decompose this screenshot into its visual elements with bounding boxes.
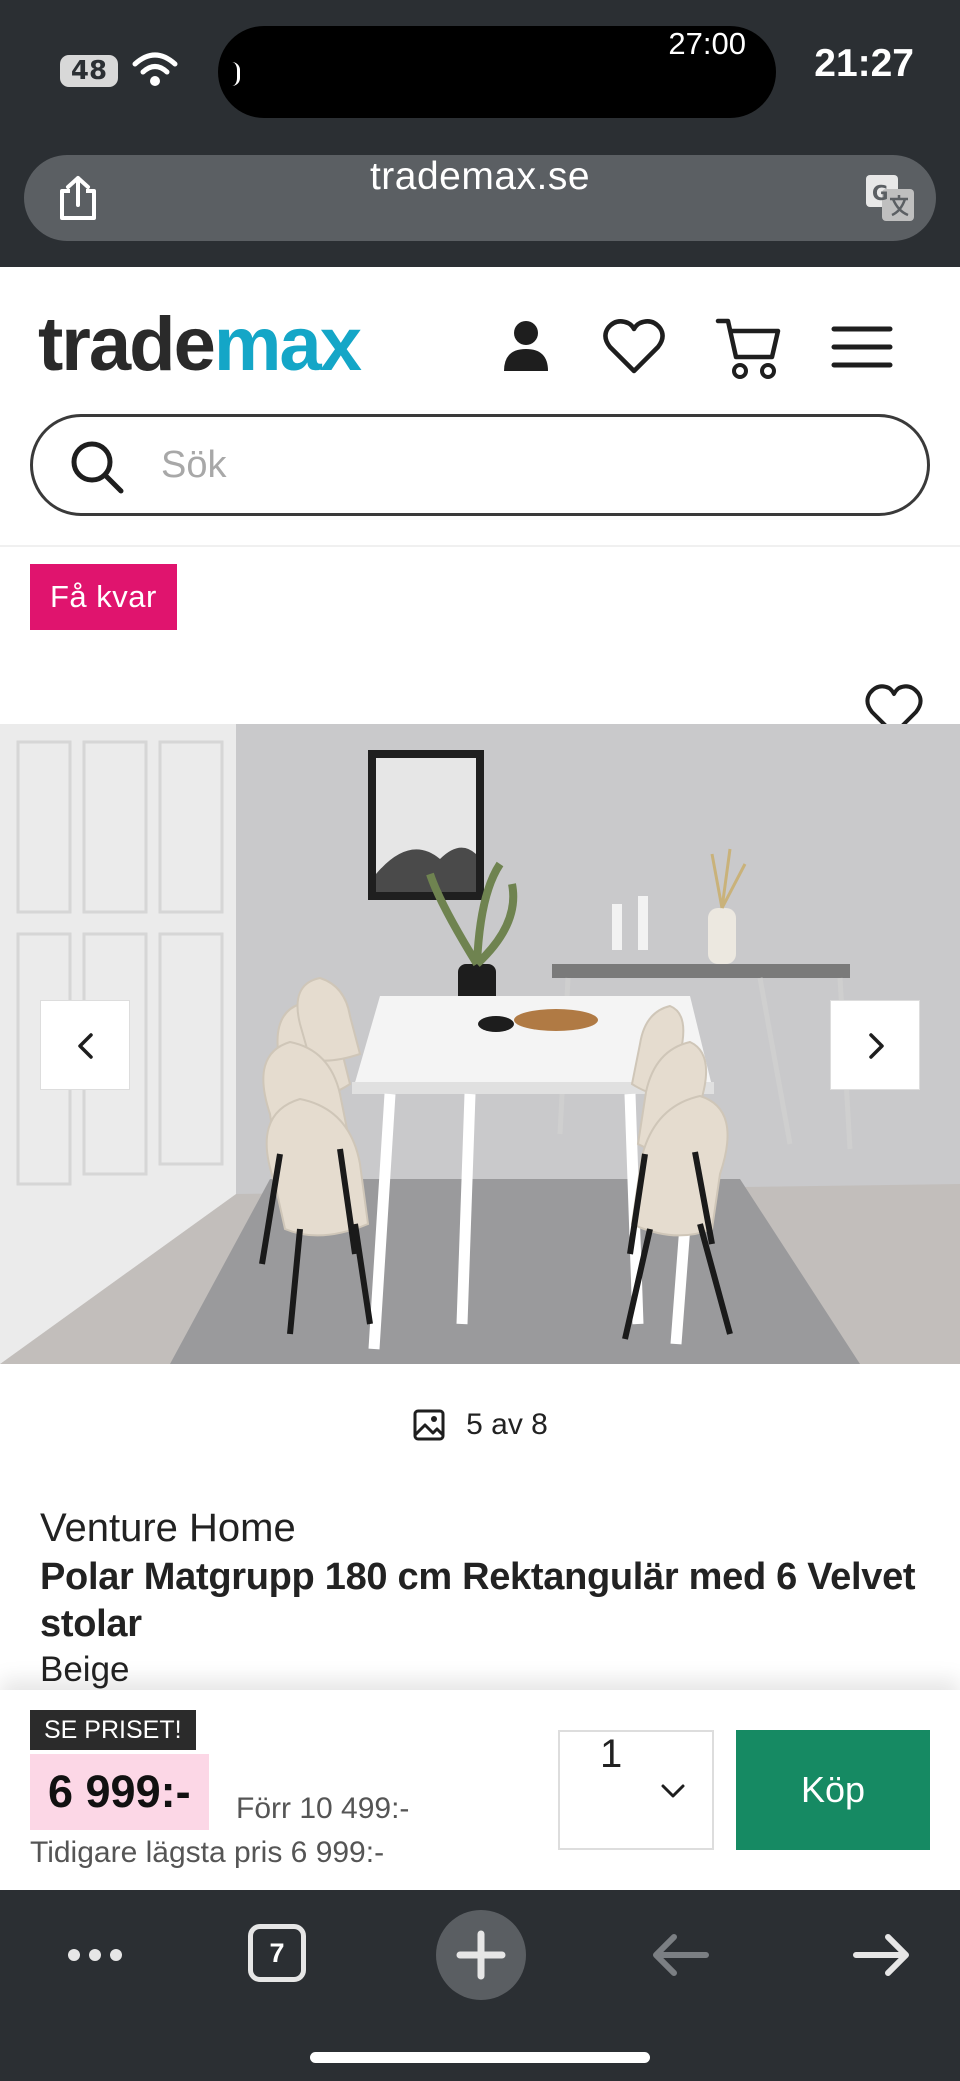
menu-icon[interactable] bbox=[826, 311, 898, 383]
gallery-next-button[interactable] bbox=[830, 1000, 920, 1090]
product-image bbox=[0, 724, 960, 1364]
image-counter-text: 5 av 8 bbox=[466, 1408, 548, 1441]
lowest-price-note: Tidigare lägsta pris 6 999:- bbox=[30, 1836, 385, 1869]
browser-toolbar: 7 bbox=[0, 1890, 960, 2081]
cart-icon[interactable] bbox=[712, 311, 784, 383]
translate-icon[interactable]: G bbox=[864, 173, 916, 223]
new-tab-button[interactable] bbox=[436, 1910, 526, 2000]
url-text[interactable]: trademax.se bbox=[24, 155, 936, 199]
island-activity-icon bbox=[228, 62, 240, 86]
heart-icon[interactable] bbox=[598, 311, 670, 383]
status-bar: 48 27:00 21:27 bbox=[0, 0, 960, 140]
logo-text-max: max bbox=[213, 302, 362, 387]
product-image-gallery[interactable] bbox=[0, 724, 960, 1364]
previous-price: Förr 10 499:- bbox=[236, 1792, 410, 1825]
chevron-left-icon bbox=[78, 1033, 93, 1059]
tabs-button[interactable]: 7 bbox=[234, 1910, 324, 2000]
search-icon[interactable] bbox=[67, 437, 127, 497]
dynamic-island: 27:00 bbox=[218, 26, 776, 118]
current-price: 6 999:- bbox=[30, 1754, 209, 1830]
search-box[interactable] bbox=[30, 414, 930, 516]
plus-icon bbox=[456, 1930, 506, 1980]
search-input[interactable] bbox=[161, 427, 881, 503]
sticky-buy-bar: SE PRISET! 6 999:- Förr 10 499:- Tidigar… bbox=[0, 1690, 960, 1890]
logo-text-trade: trade bbox=[38, 302, 216, 387]
status-clock: 21:27 bbox=[814, 42, 914, 85]
island-timer: 27:00 bbox=[668, 26, 746, 61]
more-icon[interactable] bbox=[50, 1910, 140, 2000]
image-icon bbox=[413, 1409, 445, 1441]
svg-text:G: G bbox=[872, 181, 888, 205]
gallery-prev-button[interactable] bbox=[40, 1000, 130, 1090]
product-color: Beige bbox=[40, 1650, 130, 1689]
chevron-down-icon bbox=[661, 1784, 685, 1798]
see-price-badge: SE PRISET! bbox=[30, 1710, 196, 1750]
site-header: trademax bbox=[0, 267, 960, 547]
quantity-value: 1 bbox=[600, 1732, 623, 1776]
chevron-right-icon bbox=[869, 1033, 884, 1059]
stock-badge: Få kvar bbox=[30, 564, 177, 630]
back-arrow-icon[interactable] bbox=[636, 1910, 726, 2000]
buy-button[interactable]: Köp bbox=[736, 1730, 930, 1850]
signal-badge: 48 bbox=[60, 55, 118, 87]
wifi-icon bbox=[132, 52, 178, 86]
home-indicator bbox=[310, 2052, 650, 2063]
tabs-icon: 7 bbox=[248, 1924, 306, 1982]
browser-top-chrome: 48 27:00 21:27 trademax.se G bbox=[0, 0, 960, 267]
quantity-select[interactable]: 1 bbox=[558, 1730, 714, 1850]
product-brand[interactable]: Venture Home bbox=[40, 1506, 296, 1551]
user-icon[interactable] bbox=[490, 311, 562, 383]
image-counter[interactable]: 5 av 8 bbox=[0, 1408, 960, 1448]
forward-arrow-icon[interactable] bbox=[836, 1910, 926, 2000]
trademax-logo[interactable]: trademax bbox=[38, 301, 362, 388]
product-title: Polar Matgrupp 180 cm Rektangulär med 6 … bbox=[40, 1556, 916, 1645]
address-bar[interactable]: trademax.se G bbox=[24, 155, 936, 241]
